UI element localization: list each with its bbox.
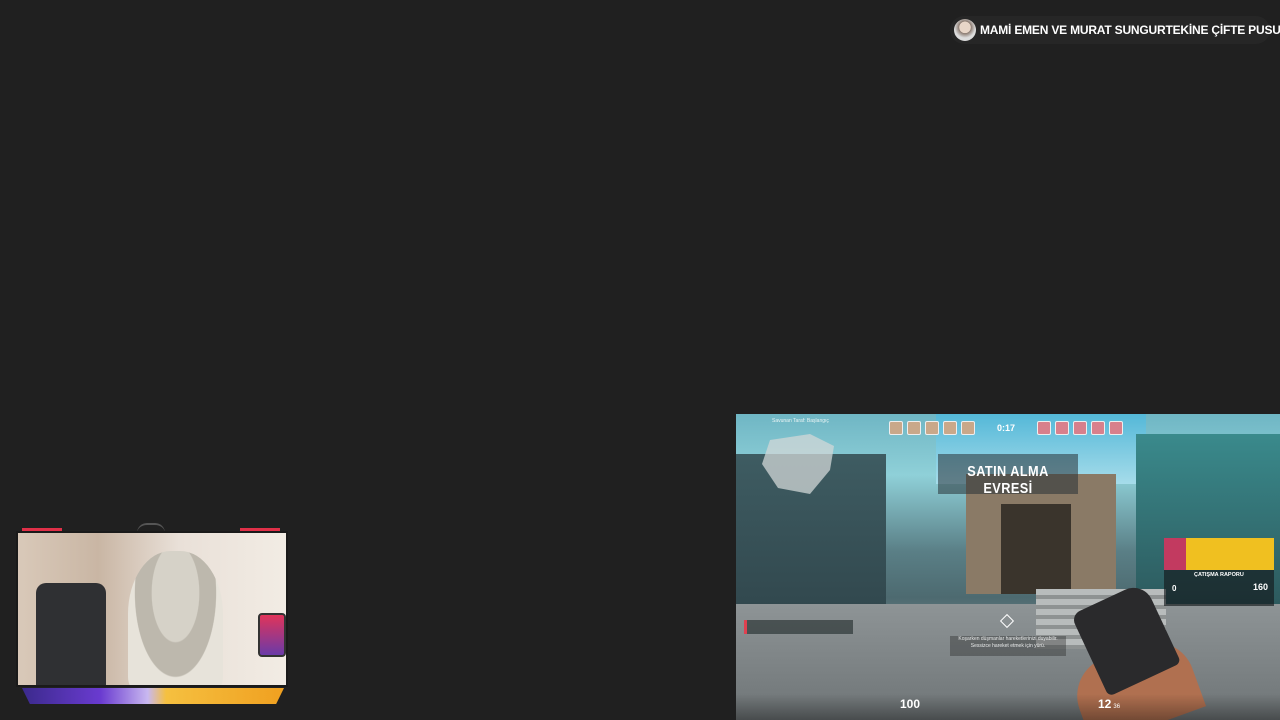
report-left-value: 0 [1172,584,1177,593]
enemy-agent-icon [1037,421,1051,435]
game-doorway [1001,504,1071,594]
notification-title[interactable]: MAMİ EMEN VE MURAT SUNGURTEKİNE ÇİFTE PU… [980,23,1280,37]
enemy-agent-icon [1091,421,1105,435]
buy-phase-banner: SATIN ALMA EVRESİ [938,454,1078,497]
webcam-feed [16,531,288,687]
webcam-overlay [12,523,292,707]
ally-agent-icon [960,421,975,435]
bottom-hud [736,694,1280,720]
round-timer: 0:17 [996,423,1015,433]
ally-agent-icon [906,421,921,435]
movement-hint: Koşarken düşmanlar hareketlerinizi duyab… [950,636,1066,656]
enemy-agent-icon [1055,421,1069,435]
hint-line-1: Koşarken düşmanlar hareketlerinizi duyab… [958,636,1058,642]
report-agent-image [1164,538,1274,570]
ammo-value: 12 [1098,697,1112,711]
report-title: ÇATIŞMA RAPORU [1194,572,1244,578]
streamer [128,551,223,685]
game-video[interactable]: Savunan Taraf: Başlangıç 0:17 SATIN ALMA… [736,414,1280,720]
team-scoreboard: 0:17 [846,420,1166,436]
combat-report: ÇATIŞMA RAPORU 0 160 [1164,538,1274,606]
video-notification[interactable]: MAMİ EMEN VE MURAT SUNGURTEKİNE ÇİFTE PU… [950,16,1280,44]
ally-agent-icon [942,421,957,435]
ally-agent-icon [888,421,903,435]
minimap-label: Savunan Taraf: Başlangıç [772,418,829,424]
buy-phase-text: SATIN ALMA EVRESİ [967,463,1049,497]
health-value: 100 [900,697,921,711]
ammo-counter: 12 36 [1098,697,1120,711]
enemy-agent-icon [1073,421,1087,435]
channel-avatar [954,19,976,41]
rgb-lamp [258,613,286,657]
kill-feed [744,620,853,634]
ammo-reserve: 36 [1113,704,1121,710]
enemy-agent-icon [1109,421,1123,435]
webcam-gradient-bar [22,688,284,704]
gaming-chair [36,583,106,685]
ally-agent-icon [924,421,939,435]
hint-line-2: Sessizce hareket etmek için yürü. [970,643,1046,649]
report-right-value: 160 [1252,582,1268,592]
